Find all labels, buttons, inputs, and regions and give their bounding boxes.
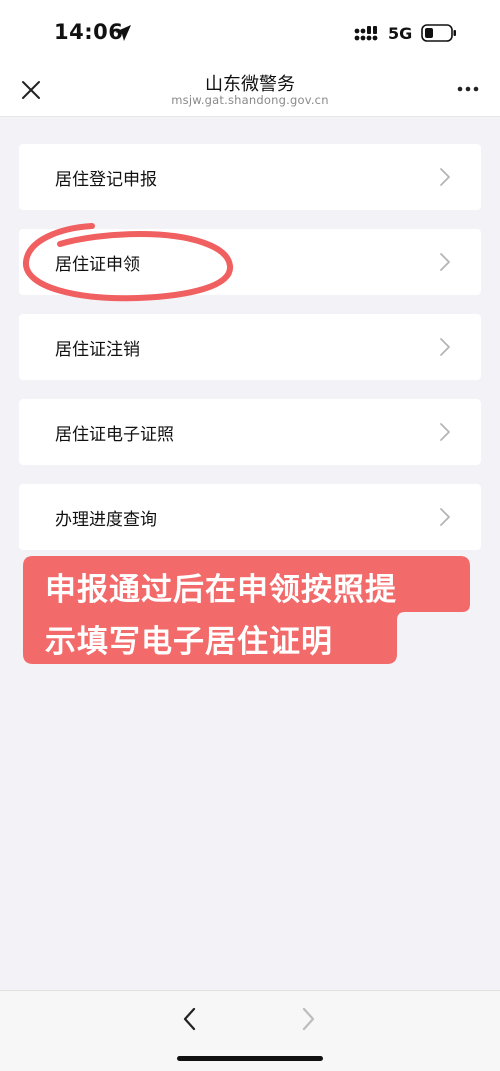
chevron-right-icon — [440, 423, 450, 441]
back-icon[interactable] — [180, 1005, 200, 1033]
callout-background — [23, 556, 470, 664]
chevron-right-icon — [440, 338, 450, 356]
menu-item-residence-registration[interactable]: 居住登记申报 — [19, 144, 481, 210]
menu-item-permit-application[interactable]: 居住证申领 — [19, 229, 481, 295]
status-time: 14:06 — [54, 20, 124, 44]
chevron-right-icon — [440, 253, 450, 271]
callout-text-line-1: 申报通过后在申领按照提 — [45, 572, 397, 608]
location-arrow-icon — [115, 25, 131, 41]
chevron-right-icon — [440, 168, 450, 186]
more-icon[interactable] — [456, 84, 480, 94]
nav-bar: 山东微警务 msjw.gat.shandong.gov.cn — [0, 62, 500, 117]
menu-item-label: 居住登记申报 — [55, 170, 157, 190]
menu-item-permit-cancellation[interactable]: 居住证注销 — [19, 314, 481, 380]
callout-text-line-2: 示填写电子居住证明 — [45, 624, 333, 660]
annotation-callout: 申报通过后在申领按照提 示填写电子居住证明 — [23, 556, 470, 664]
chevron-right-icon — [440, 508, 450, 526]
network-label: 5G — [388, 24, 413, 43]
status-bar: 14:06 5G — [0, 0, 500, 62]
menu-item-label: 居住证注销 — [55, 340, 140, 360]
menu-item-progress-query[interactable]: 办理进度查询 — [19, 484, 481, 550]
menu-item-label: 办理进度查询 — [55, 510, 157, 530]
forward-icon[interactable] — [298, 1005, 318, 1033]
battery-icon — [421, 24, 456, 42]
page-url: msjw.gat.shandong.gov.cn — [171, 93, 329, 107]
home-indicator[interactable] — [177, 1056, 323, 1061]
signal-icon — [354, 26, 378, 41]
menu-item-label: 居住证电子证照 — [55, 425, 174, 445]
menu-item-electronic-permit[interactable]: 居住证电子证照 — [19, 399, 481, 465]
menu-item-label: 居住证申领 — [55, 255, 140, 275]
